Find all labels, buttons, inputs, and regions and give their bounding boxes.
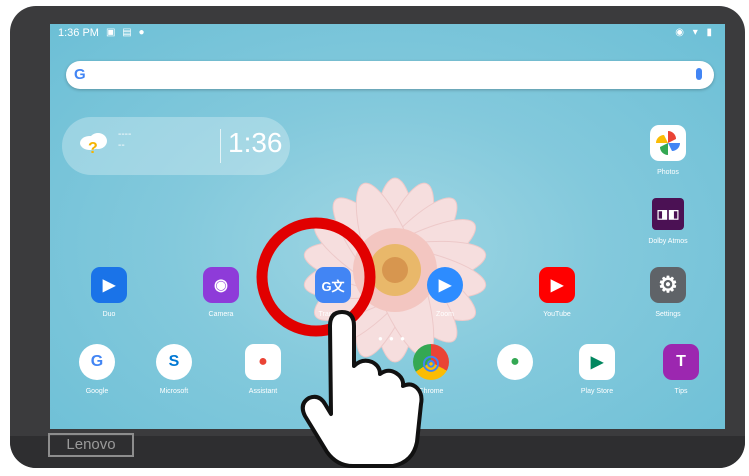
dolby-icon: ◨◧ bbox=[652, 198, 684, 230]
app-chrome[interactable]: ◎ Chrome bbox=[396, 344, 466, 395]
app-label: Google bbox=[85, 388, 109, 395]
svg-text:?: ? bbox=[88, 140, 98, 155]
app-microsoft-folder[interactable]: S Microsoft bbox=[139, 344, 209, 395]
google-folder-icon: G bbox=[79, 344, 115, 380]
app-label: Zoom bbox=[436, 311, 454, 318]
youtube-play-icon: ▶ bbox=[539, 267, 575, 303]
weather-cloud-icon: ? bbox=[80, 133, 107, 155]
app-photos[interactable]: Photos bbox=[633, 125, 703, 176]
assistant-dots-icon: ● bbox=[245, 344, 281, 380]
page-indicator: ● ● ● bbox=[378, 334, 407, 343]
app-label: Chrome bbox=[418, 388, 444, 395]
app-play-store[interactable]: ▶ Play Store bbox=[562, 344, 632, 395]
app-label: Microsoft bbox=[159, 388, 189, 395]
app-duo[interactable]: ▶ Duo bbox=[74, 267, 144, 318]
duo-video-icon: ▶ bbox=[91, 267, 127, 303]
mic-icon[interactable] bbox=[696, 68, 702, 80]
app-zoom[interactable]: ▶ Zoom bbox=[410, 267, 480, 318]
translate-icon: G文 bbox=[315, 267, 351, 303]
weather-temp: ---- -- bbox=[118, 129, 132, 151]
chrome-icon: ◎ bbox=[413, 344, 449, 380]
app-label: YouTube bbox=[543, 311, 571, 318]
tips-icon: T bbox=[663, 344, 699, 380]
camera-lens-icon: ◉ bbox=[203, 267, 239, 303]
widget-divider bbox=[220, 129, 221, 163]
app-google-folder[interactable]: G Google bbox=[62, 344, 132, 395]
system-icons: ◉ ▾ ▮ bbox=[675, 27, 715, 38]
google-logo-icon: G bbox=[74, 66, 86, 83]
app-settings[interactable]: ⚙ Settings bbox=[633, 267, 703, 318]
status-time: 1:36 PM bbox=[58, 27, 99, 39]
lenovo-logo: Lenovo bbox=[48, 433, 134, 457]
app-label: Camera bbox=[208, 311, 234, 318]
notification-icons: ▣ ▤ ● bbox=[106, 27, 147, 38]
play-store-icon: ▶ bbox=[579, 344, 615, 380]
lenovo-folder-icon: ● bbox=[497, 344, 533, 380]
app-label: Dolby Atmos bbox=[648, 238, 688, 245]
settings-gear-icon: ⚙ bbox=[650, 267, 686, 303]
app-label: Tips bbox=[674, 388, 688, 395]
home-screen: 1:36 PM ▣ ▤ ● ◉ ▾ ▮ G ? ---- -- 1:36 Pho… bbox=[50, 24, 725, 429]
app-dolby-atmos[interactable]: ◨◧ Dolby Atmos bbox=[633, 198, 703, 245]
photos-pinwheel-icon bbox=[650, 125, 686, 161]
app-assistant[interactable]: ● Assistant bbox=[228, 344, 298, 395]
tablet-frame: 1:36 PM ▣ ▤ ● ◉ ▾ ▮ G ? ---- -- 1:36 Pho… bbox=[10, 6, 745, 468]
app-label: Photos bbox=[657, 169, 679, 176]
app-label: Translate bbox=[318, 311, 348, 318]
app-label: Assistant bbox=[248, 388, 278, 395]
app-camera[interactable]: ◉ Camera bbox=[186, 267, 256, 318]
app-youtube[interactable]: ▶ YouTube bbox=[522, 267, 592, 318]
home-gesture-bar[interactable] bbox=[406, 417, 420, 419]
app-label: Duo bbox=[102, 311, 116, 318]
microsoft-folder-icon: S bbox=[156, 344, 192, 380]
app-tips[interactable]: T Tips bbox=[646, 344, 716, 395]
app-translate[interactable]: G文 Translate bbox=[298, 267, 368, 318]
app-label: Settings bbox=[655, 311, 681, 318]
zoom-video-icon: ▶ bbox=[427, 267, 463, 303]
app-lenovo-folder[interactable]: ● bbox=[480, 344, 550, 388]
google-search-bar[interactable]: G bbox=[66, 61, 714, 89]
app-label: Play Store bbox=[580, 388, 614, 395]
status-bar: 1:36 PM ▣ ▤ ● ◉ ▾ ▮ bbox=[50, 24, 725, 42]
